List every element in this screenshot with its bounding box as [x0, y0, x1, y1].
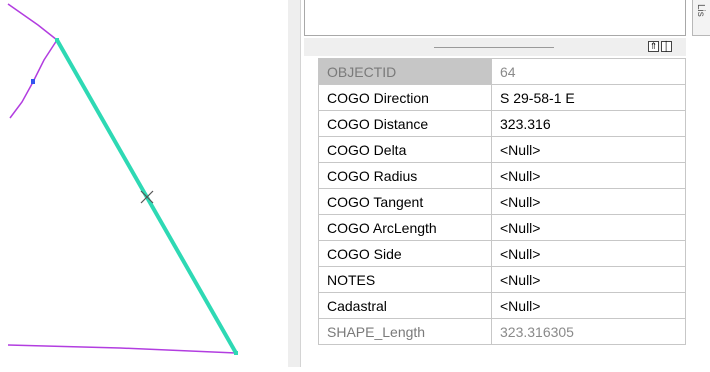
panel-splitter[interactable]: ⇑ │: [304, 38, 686, 56]
attribute-name: COGO Delta: [318, 136, 492, 163]
map-canvas[interactable]: [0, 0, 268, 367]
attribute-name: Cadastral: [318, 292, 492, 319]
map-drawing: [7, 3, 238, 355]
vertex-marker[interactable]: [55, 38, 59, 42]
attribute-value[interactable]: <Null>: [491, 240, 686, 267]
table-row[interactable]: COGO Distance 323.316: [318, 110, 686, 137]
attribute-value[interactable]: <Null>: [491, 162, 686, 189]
panel-gap: [268, 0, 288, 367]
attribute-value[interactable]: <Null>: [491, 292, 686, 319]
attribute-table: OBJECTID 64 COGO Direction S 29-58-1 E COGO …: [318, 58, 686, 345]
feature-list-box[interactable]: [304, 0, 686, 36]
attribute-name: COGO Radius: [318, 162, 492, 189]
panel-left-edge: [288, 0, 301, 367]
attribute-name: SHAPE_Length: [318, 318, 492, 345]
parcel-line-bottom[interactable]: [7, 344, 237, 354]
table-row[interactable]: OBJECTID 64: [318, 58, 686, 85]
attribute-value[interactable]: S 29-58-1 E: [491, 84, 686, 111]
table-row[interactable]: COGO Side <Null>: [318, 240, 686, 267]
attribute-name: OBJECTID: [318, 58, 492, 85]
side-tab-label: Lis: [695, 4, 706, 17]
attribute-name: COGO Tangent: [318, 188, 492, 215]
attribute-value[interactable]: <Null>: [491, 214, 686, 241]
table-row[interactable]: SHAPE_Length 323.316305: [318, 318, 686, 345]
attribute-value: 323.316305: [491, 318, 686, 345]
vertex-marker[interactable]: [31, 79, 35, 84]
attribute-name: COGO ArcLength: [318, 214, 492, 241]
table-row[interactable]: COGO ArcLength <Null>: [318, 214, 686, 241]
attribute-value[interactable]: 323.316: [491, 110, 686, 137]
double-chevron-up-icon[interactable]: ⇑: [648, 41, 659, 52]
side-tab[interactable]: Lis: [692, 0, 710, 36]
attribute-name: NOTES: [318, 266, 492, 293]
table-row[interactable]: NOTES <Null>: [318, 266, 686, 293]
parcel-line-top[interactable]: [7, 3, 58, 41]
attribute-value[interactable]: <Null>: [491, 136, 686, 163]
vertex-marker[interactable]: [234, 351, 238, 355]
table-row[interactable]: COGO Radius <Null>: [318, 162, 686, 189]
attribute-name: COGO Distance: [318, 110, 492, 137]
attribute-name: COGO Side: [318, 240, 492, 267]
attribute-value: 64: [491, 58, 686, 85]
table-row[interactable]: Cadastral <Null>: [318, 292, 686, 319]
attribute-value[interactable]: <Null>: [491, 188, 686, 215]
attribute-value[interactable]: <Null>: [491, 266, 686, 293]
table-row[interactable]: COGO Delta <Null>: [318, 136, 686, 163]
table-row[interactable]: COGO Tangent <Null>: [318, 188, 686, 215]
pin-bar-icon[interactable]: │: [661, 41, 672, 52]
splitter-grip[interactable]: [434, 47, 554, 48]
attribute-name: COGO Direction: [318, 84, 492, 111]
table-row[interactable]: COGO Direction S 29-58-1 E: [318, 84, 686, 111]
